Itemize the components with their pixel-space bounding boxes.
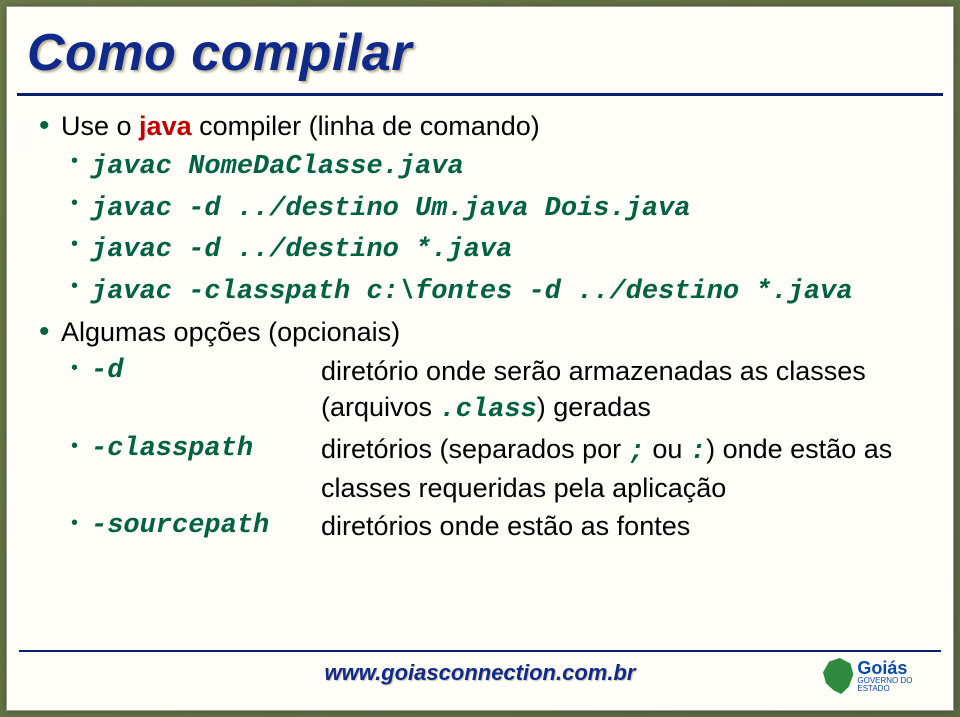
- code: javac -d ../destino Um.java Dois.java: [91, 194, 691, 224]
- footer: www.goiasconnection.com.br Goiás GOVERNO…: [7, 650, 953, 700]
- option-desc: diretórios (separados por ; ou :) onde e…: [321, 431, 927, 507]
- java-keyword: java: [139, 111, 192, 141]
- text: ou: [645, 434, 690, 464]
- logo-subtitle: GOVERNO DO ESTADO: [857, 677, 933, 693]
- option-classpath: -classpath diretórios (separados por ; o…: [61, 431, 927, 507]
- text: ) geradas: [537, 392, 651, 422]
- text: Use o: [61, 111, 139, 141]
- code: javac -classpath c:\fontes -d ../destino…: [91, 277, 853, 307]
- slide-title: Como compilar: [27, 23, 933, 83]
- option-term: -sourcepath: [91, 508, 321, 544]
- option-desc: diretórios onde estão as fontes: [321, 508, 927, 544]
- option-desc: diretório onde serão armazenadas as clas…: [321, 353, 927, 429]
- text: compiler (linha de comando): [192, 111, 540, 141]
- mono: :: [690, 437, 706, 467]
- text: diretórios (separados por: [321, 434, 629, 464]
- footer-divider: [19, 650, 941, 652]
- goias-map-icon: [823, 658, 853, 694]
- mono: ;: [629, 437, 645, 467]
- options-list: -d diretório onde serão armazenadas as c…: [61, 353, 927, 545]
- logo-name: Goiás: [857, 659, 933, 677]
- slide: Como compilar Use o java compiler (linha…: [6, 6, 954, 711]
- code-line: javac -classpath c:\fontes -d ../destino…: [61, 271, 927, 310]
- bullet-intro: Use o java compiler (linha de comando) j…: [33, 108, 927, 310]
- goias-logo: Goiás GOVERNO DO ESTADO: [823, 654, 933, 698]
- option-term: -d: [91, 353, 321, 389]
- option-sourcepath: -sourcepath diretórios onde estão as fon…: [61, 508, 927, 544]
- bullet-list-level2: javac NomeDaClasse.java javac -d ../dest…: [61, 146, 927, 310]
- logo-text: Goiás GOVERNO DO ESTADO: [857, 659, 933, 693]
- bullet-list-level1: Use o java compiler (linha de comando) j…: [33, 108, 927, 545]
- footer-url: www.goiasconnection.com.br: [7, 660, 953, 686]
- code: javac NomeDaClasse.java: [91, 152, 464, 182]
- code-line: javac -d ../destino Um.java Dois.java: [61, 188, 927, 227]
- content-area: Use o java compiler (linha de comando) j…: [7, 96, 953, 545]
- bullet-options: Algumas opções (opcionais) -d diretório …: [33, 314, 927, 545]
- option-d: -d diretório onde serão armazenadas as c…: [61, 353, 927, 429]
- code-line: javac -d ../destino *.java: [61, 229, 927, 268]
- code-line: javac NomeDaClasse.java: [61, 146, 927, 185]
- title-band: Como compilar: [17, 17, 943, 96]
- text: Algumas opções (opcionais): [61, 317, 400, 347]
- code: javac -d ../destino *.java: [91, 235, 512, 265]
- mono: .class: [440, 395, 537, 425]
- option-term: -classpath: [91, 431, 321, 467]
